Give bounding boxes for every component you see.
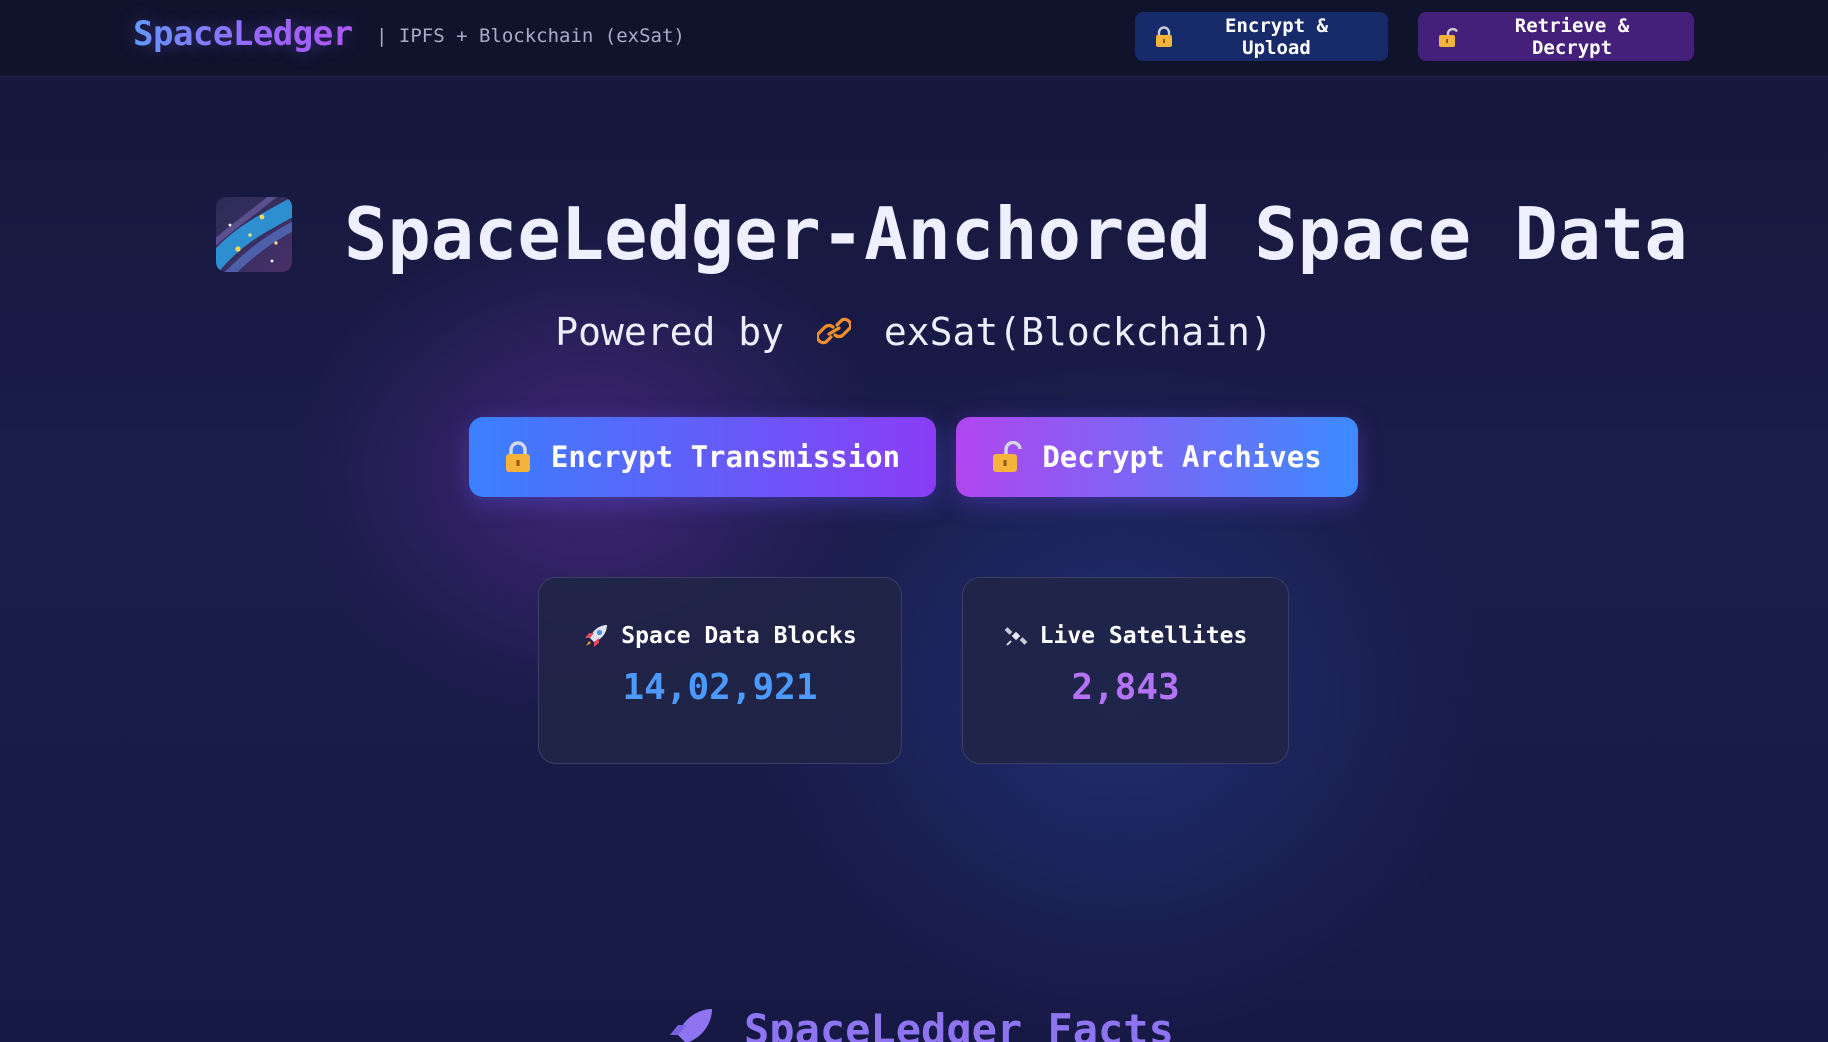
stat-label: Live Satellites bbox=[1039, 623, 1248, 649]
facts-section-heading: SpaceLedger Facts bbox=[668, 1005, 1174, 1042]
stat-label-row: Space Data Blocks bbox=[539, 623, 901, 649]
powered-by-prefix: Powered by bbox=[555, 310, 785, 354]
encrypt-transmission-label: Encrypt Transmission bbox=[550, 440, 901, 474]
lock-icon bbox=[1155, 25, 1173, 48]
stat-value: 14,02,921 bbox=[622, 667, 818, 708]
hero-title: SpaceLedger-Anchored Space Data bbox=[344, 192, 1688, 276]
stat-card-live-satellites: Live Satellites 2,843 bbox=[962, 577, 1289, 764]
page-background bbox=[0, 0, 1828, 1042]
stat-value: 2,843 bbox=[1071, 667, 1180, 708]
unlock-icon bbox=[992, 441, 1023, 473]
satellite-icon bbox=[1004, 624, 1028, 648]
top-navbar: SpaceLedger | IPFS + Blockchain (exSat) … bbox=[0, 0, 1828, 77]
decrypt-archives-button[interactable]: Decrypt Archives bbox=[956, 417, 1358, 497]
encrypt-transmission-button[interactable]: Encrypt Transmission bbox=[469, 417, 936, 497]
stat-label: Space Data Blocks bbox=[621, 623, 857, 649]
retrieve-decrypt-label: Retrieve & Decrypt bbox=[1514, 14, 1630, 59]
rocket-icon bbox=[583, 623, 609, 649]
rocket-icon bbox=[668, 1007, 714, 1042]
encrypt-upload-label: Encrypt & Upload bbox=[1225, 14, 1328, 59]
unlock-icon bbox=[1438, 26, 1458, 48]
chain-link-icon bbox=[807, 317, 861, 345]
facts-heading-text: SpaceLedger Facts bbox=[744, 1005, 1174, 1042]
powered-by-name: exSat(Blockchain) bbox=[883, 310, 1273, 354]
powered-by-line: Powered by exSat(Blockchain) bbox=[0, 310, 1828, 354]
stat-card-space-data-blocks: Space Data Blocks 14,02,921 bbox=[538, 577, 902, 764]
milky-way-icon bbox=[216, 197, 292, 272]
lock-icon bbox=[505, 441, 531, 473]
decrypt-archives-label: Decrypt Archives bbox=[1042, 440, 1322, 474]
brand-logo[interactable]: SpaceLedger bbox=[133, 14, 353, 54]
brand-subtitle: | IPFS + Blockchain (exSat) bbox=[376, 25, 685, 47]
stat-label-row: Live Satellites bbox=[963, 623, 1288, 649]
retrieve-decrypt-button[interactable]: Retrieve & Decrypt bbox=[1418, 12, 1694, 61]
encrypt-upload-button[interactable]: Encrypt & Upload bbox=[1135, 12, 1388, 61]
